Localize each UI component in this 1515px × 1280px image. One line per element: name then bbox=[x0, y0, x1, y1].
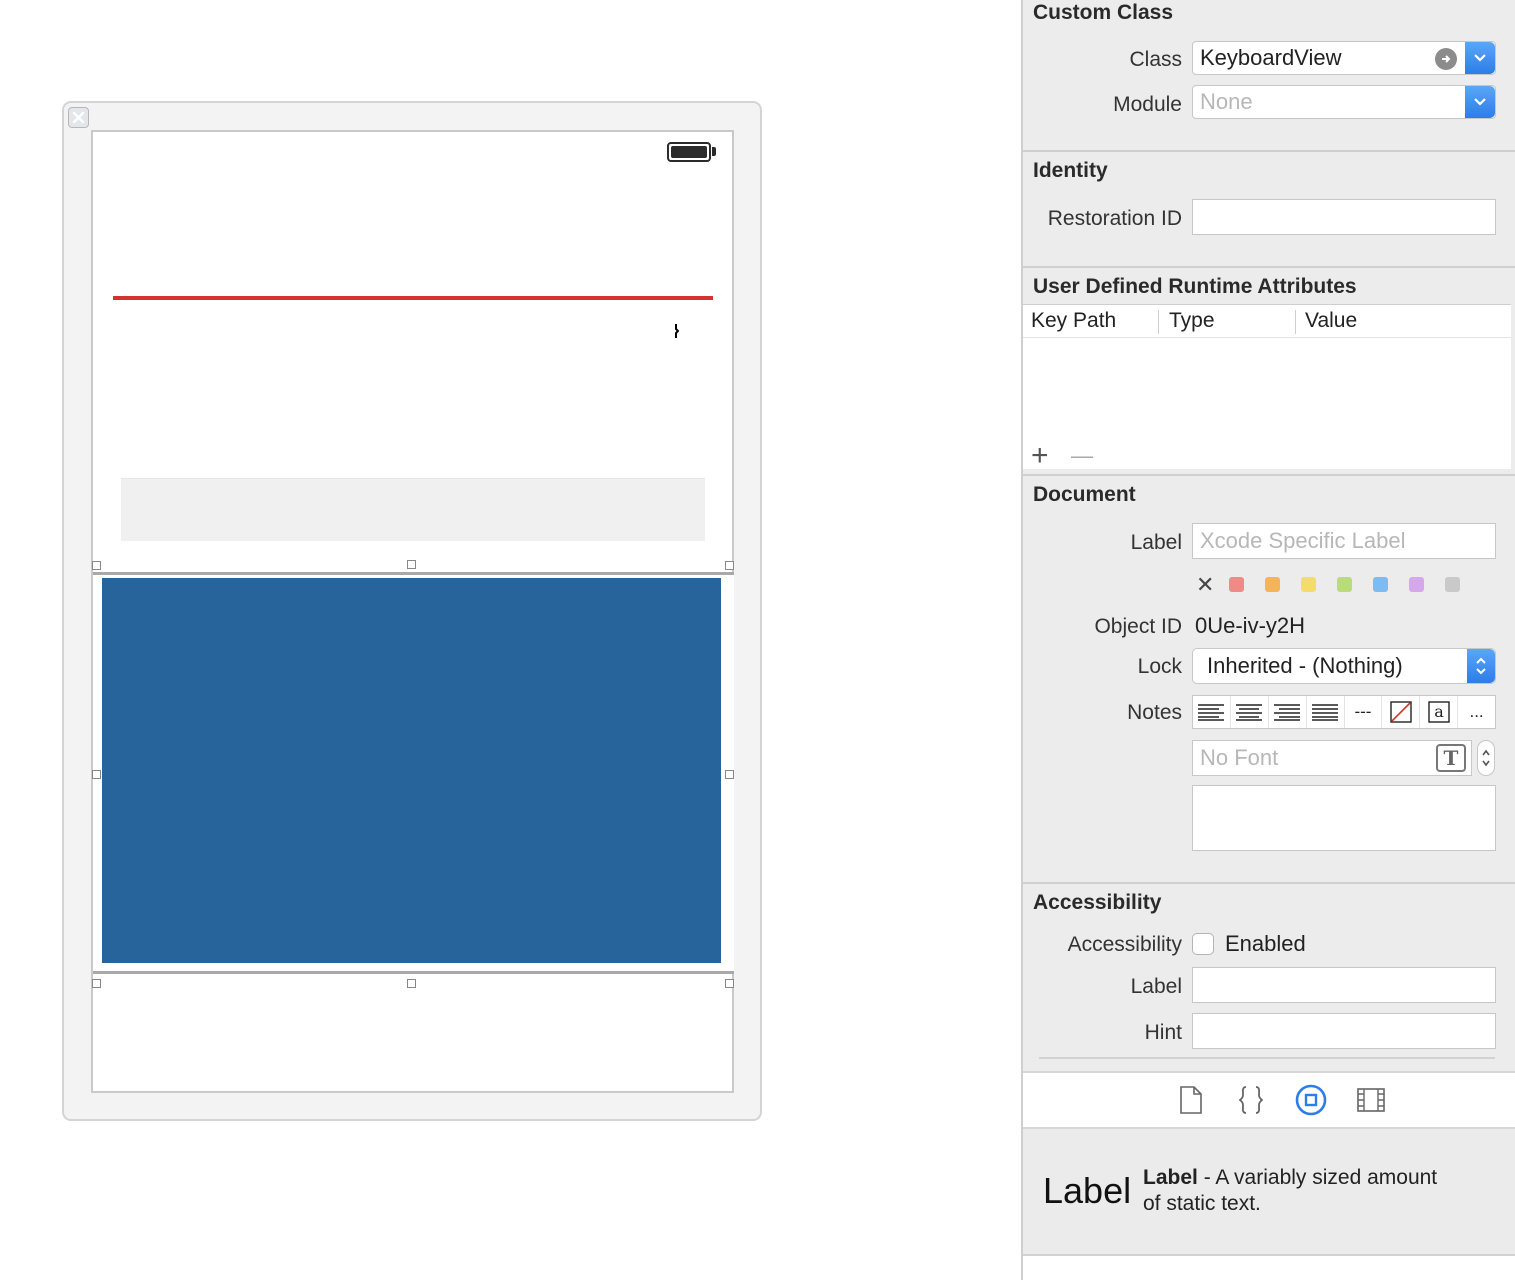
notes-text-area[interactable] bbox=[1192, 785, 1496, 851]
clear-label-color-button[interactable]: ✕ bbox=[1196, 573, 1214, 597]
class-combo[interactable]: KeyboardView bbox=[1192, 41, 1496, 75]
add-attribute-button[interactable]: + bbox=[1031, 441, 1049, 471]
accessibility-label-field[interactable] bbox=[1192, 967, 1496, 1003]
lock-popup[interactable]: Inherited - (Nothing) bbox=[1192, 648, 1496, 684]
column-divider bbox=[1295, 310, 1296, 334]
object-id-value: 0Ue-iv-y2H bbox=[1195, 613, 1306, 638]
chevron-down-icon[interactable] bbox=[1465, 42, 1495, 74]
label-color-swatch[interactable] bbox=[1301, 577, 1316, 592]
chevron-down-icon[interactable] bbox=[1465, 86, 1495, 118]
custom-class-title: Custom Class bbox=[1033, 1, 1174, 24]
resize-handle-top[interactable] bbox=[407, 560, 416, 569]
font-placeholder: No Font bbox=[1200, 745, 1279, 770]
align-left-icon[interactable] bbox=[1193, 696, 1231, 728]
header-divider bbox=[1023, 337, 1511, 338]
resize-handle-right[interactable] bbox=[725, 770, 734, 779]
battery-icon bbox=[667, 142, 711, 162]
accessibility-enabled-checkbox[interactable] bbox=[1192, 933, 1214, 955]
identity-title: Identity bbox=[1033, 159, 1108, 182]
label-color-swatch[interactable] bbox=[1445, 577, 1460, 592]
text-cursor-icon bbox=[675, 324, 680, 338]
red-separator-line[interactable] bbox=[113, 296, 713, 300]
section-divider bbox=[1023, 150, 1515, 152]
section-divider bbox=[1023, 882, 1515, 884]
notes-toolbar: --- a ... bbox=[1192, 695, 1496, 729]
font-picker-icon[interactable]: T bbox=[1436, 744, 1466, 772]
label-color-swatch[interactable] bbox=[1265, 577, 1280, 592]
enabled-label[interactable]: Enabled bbox=[1225, 931, 1306, 957]
media-icon[interactable] bbox=[1357, 1088, 1385, 1117]
section-divider bbox=[1039, 1057, 1495, 1059]
more-options-button[interactable]: ... bbox=[1458, 696, 1495, 728]
table-top-border bbox=[1023, 304, 1511, 305]
lock-value: Inherited - (Nothing) bbox=[1207, 653, 1403, 678]
go-to-class-icon[interactable] bbox=[1435, 48, 1457, 70]
hint-label: Hint bbox=[1144, 1021, 1182, 1044]
section-divider bbox=[1023, 474, 1515, 476]
label-color-swatch[interactable] bbox=[1229, 577, 1244, 592]
hint-field[interactable] bbox=[1192, 1013, 1496, 1049]
braces-icon[interactable] bbox=[1238, 1085, 1264, 1120]
column-header-value[interactable]: Value bbox=[1305, 309, 1357, 333]
class-value[interactable]: KeyboardView bbox=[1200, 45, 1341, 71]
align-right-icon[interactable] bbox=[1269, 696, 1307, 728]
lock-label: Lock bbox=[1137, 655, 1182, 678]
restoration-id-field[interactable] bbox=[1192, 199, 1496, 235]
module-combo[interactable]: None bbox=[1192, 85, 1496, 119]
accessibility-label: Accessibility bbox=[1067, 933, 1182, 956]
module-placeholder: None bbox=[1200, 89, 1253, 114]
resize-handle-bottom-right[interactable] bbox=[725, 979, 734, 988]
font-size-stepper[interactable] bbox=[1477, 740, 1495, 776]
object-id-label: Object ID bbox=[1094, 615, 1182, 638]
file-icon[interactable] bbox=[1179, 1086, 1203, 1119]
document-title: Document bbox=[1033, 483, 1136, 506]
chevron-up-down-icon[interactable] bbox=[1467, 649, 1495, 683]
runtime-attributes-title: User Defined Runtime Attributes bbox=[1033, 275, 1357, 298]
library-description: Label - A variably sized amount of stati… bbox=[1143, 1165, 1493, 1217]
label-color-swatch[interactable] bbox=[1409, 577, 1424, 592]
close-icon[interactable] bbox=[68, 107, 89, 128]
library-preview-label: Label bbox=[1043, 1170, 1132, 1211]
accessibility-label-label: Label bbox=[1130, 975, 1182, 998]
module-label: Module bbox=[1113, 93, 1182, 116]
library-item-name: Label bbox=[1143, 1166, 1198, 1189]
document-label-placeholder: Xcode Specific Label bbox=[1200, 528, 1406, 553]
class-label: Class bbox=[1129, 48, 1182, 71]
column-header-type[interactable]: Type bbox=[1169, 309, 1215, 333]
gray-input-area[interactable] bbox=[121, 478, 705, 541]
library-item-description-1: - A variably sized amount bbox=[1197, 1166, 1438, 1189]
resize-handle-top-left[interactable] bbox=[92, 561, 101, 570]
column-divider bbox=[1158, 310, 1159, 334]
restoration-id-label: Restoration ID bbox=[1047, 207, 1182, 230]
resize-handle-top-right[interactable] bbox=[725, 561, 734, 570]
battery-tip bbox=[712, 147, 716, 156]
text-color-icon[interactable]: a bbox=[1420, 696, 1459, 728]
no-color-icon[interactable] bbox=[1382, 696, 1421, 728]
document-label-label: Label bbox=[1130, 531, 1182, 554]
label-color-swatch[interactable] bbox=[1373, 577, 1388, 592]
natural-alignment-button[interactable]: --- bbox=[1345, 696, 1383, 728]
object-icon[interactable] bbox=[1295, 1084, 1327, 1121]
resize-handle-bottom[interactable] bbox=[407, 979, 416, 988]
resize-handle-left[interactable] bbox=[92, 770, 101, 779]
section-divider bbox=[1023, 266, 1515, 268]
label-color-swatches bbox=[1229, 577, 1460, 592]
library-list-bottom bbox=[1023, 1254, 1515, 1280]
align-center-icon[interactable] bbox=[1231, 696, 1269, 728]
column-header-key-path[interactable]: Key Path bbox=[1031, 309, 1116, 333]
library-tab-bar bbox=[1023, 1071, 1515, 1129]
document-label-field[interactable]: Xcode Specific Label bbox=[1192, 523, 1496, 559]
svg-text:a: a bbox=[1434, 702, 1444, 721]
blue-view[interactable] bbox=[102, 578, 721, 963]
remove-attribute-button[interactable]: — bbox=[1071, 443, 1093, 469]
label-color-swatch[interactable] bbox=[1337, 577, 1352, 592]
notes-label: Notes bbox=[1127, 701, 1182, 724]
accessibility-title: Accessibility bbox=[1033, 891, 1162, 914]
font-field[interactable]: No Font T bbox=[1192, 740, 1472, 776]
align-justify-icon[interactable] bbox=[1307, 696, 1345, 728]
resize-handle-bottom-left[interactable] bbox=[92, 979, 101, 988]
library-item-description-2: of static text. bbox=[1143, 1192, 1261, 1215]
